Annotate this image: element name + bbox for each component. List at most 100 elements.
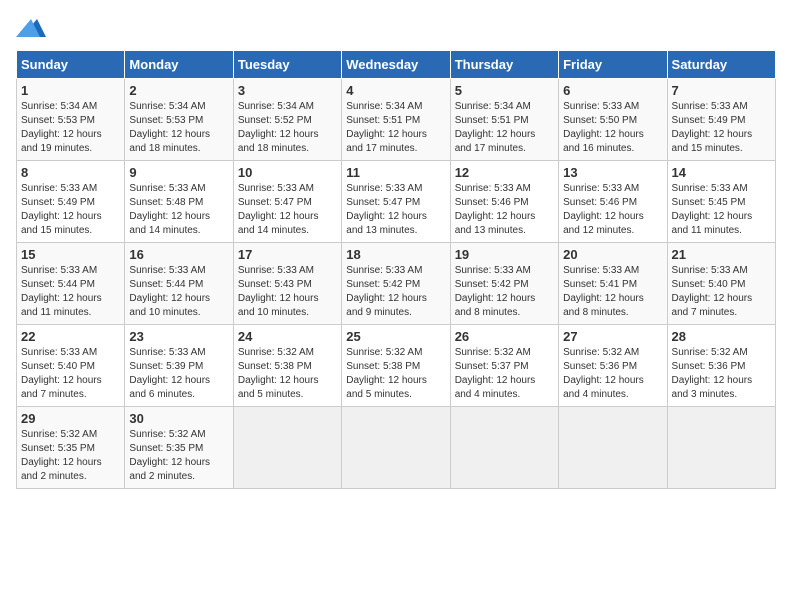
- calendar-cell: 14 Sunrise: 5:33 AMSunset: 5:45 PMDaylig…: [667, 161, 775, 243]
- calendar-cell: 21 Sunrise: 5:33 AMSunset: 5:40 PMDaylig…: [667, 243, 775, 325]
- calendar-cell: 22 Sunrise: 5:33 AMSunset: 5:40 PMDaylig…: [17, 325, 125, 407]
- calendar-cell: [342, 407, 450, 489]
- calendar-cell: 9 Sunrise: 5:33 AMSunset: 5:48 PMDayligh…: [125, 161, 233, 243]
- calendar-cell: 25 Sunrise: 5:32 AMSunset: 5:38 PMDaylig…: [342, 325, 450, 407]
- day-number: 2: [129, 83, 228, 98]
- calendar-cell: 18 Sunrise: 5:33 AMSunset: 5:42 PMDaylig…: [342, 243, 450, 325]
- calendar-cell: 23 Sunrise: 5:33 AMSunset: 5:39 PMDaylig…: [125, 325, 233, 407]
- day-info: Sunrise: 5:33 AMSunset: 5:42 PMDaylight:…: [455, 264, 554, 320]
- day-number: 24: [238, 329, 337, 344]
- day-number: 28: [672, 329, 771, 344]
- calendar-cell: 5 Sunrise: 5:34 AMSunset: 5:51 PMDayligh…: [450, 79, 558, 161]
- day-number: 29: [21, 411, 120, 426]
- calendar-cell: 17 Sunrise: 5:33 AMSunset: 5:43 PMDaylig…: [233, 243, 341, 325]
- day-info: Sunrise: 5:34 AMSunset: 5:51 PMDaylight:…: [455, 100, 554, 156]
- calendar-cell: [450, 407, 558, 489]
- day-info: Sunrise: 5:32 AMSunset: 5:35 PMDaylight:…: [21, 428, 120, 484]
- day-number: 26: [455, 329, 554, 344]
- weekday-header-row: SundayMondayTuesdayWednesdayThursdayFrid…: [17, 51, 776, 79]
- weekday-header-monday: Monday: [125, 51, 233, 79]
- calendar-cell: 2 Sunrise: 5:34 AMSunset: 5:53 PMDayligh…: [125, 79, 233, 161]
- day-info: Sunrise: 5:33 AMSunset: 5:47 PMDaylight:…: [238, 182, 337, 238]
- day-info: Sunrise: 5:33 AMSunset: 5:49 PMDaylight:…: [672, 100, 771, 156]
- calendar-cell: 20 Sunrise: 5:33 AMSunset: 5:41 PMDaylig…: [559, 243, 667, 325]
- calendar-cell: 27 Sunrise: 5:32 AMSunset: 5:36 PMDaylig…: [559, 325, 667, 407]
- day-info: Sunrise: 5:33 AMSunset: 5:42 PMDaylight:…: [346, 264, 445, 320]
- day-number: 9: [129, 165, 228, 180]
- calendar-cell: 19 Sunrise: 5:33 AMSunset: 5:42 PMDaylig…: [450, 243, 558, 325]
- calendar-cell: 28 Sunrise: 5:32 AMSunset: 5:36 PMDaylig…: [667, 325, 775, 407]
- day-number: 5: [455, 83, 554, 98]
- calendar-cell: [667, 407, 775, 489]
- day-info: Sunrise: 5:33 AMSunset: 5:47 PMDaylight:…: [346, 182, 445, 238]
- calendar-cell: 15 Sunrise: 5:33 AMSunset: 5:44 PMDaylig…: [17, 243, 125, 325]
- day-info: Sunrise: 5:33 AMSunset: 5:44 PMDaylight:…: [129, 264, 228, 320]
- calendar-table: SundayMondayTuesdayWednesdayThursdayFrid…: [16, 50, 776, 489]
- day-info: Sunrise: 5:34 AMSunset: 5:52 PMDaylight:…: [238, 100, 337, 156]
- day-number: 21: [672, 247, 771, 262]
- day-info: Sunrise: 5:32 AMSunset: 5:36 PMDaylight:…: [563, 346, 662, 402]
- week-row-3: 15 Sunrise: 5:33 AMSunset: 5:44 PMDaylig…: [17, 243, 776, 325]
- day-number: 15: [21, 247, 120, 262]
- day-number: 17: [238, 247, 337, 262]
- week-row-4: 22 Sunrise: 5:33 AMSunset: 5:40 PMDaylig…: [17, 325, 776, 407]
- weekday-header-tuesday: Tuesday: [233, 51, 341, 79]
- day-number: 20: [563, 247, 662, 262]
- day-number: 30: [129, 411, 228, 426]
- day-info: Sunrise: 5:34 AMSunset: 5:51 PMDaylight:…: [346, 100, 445, 156]
- day-number: 8: [21, 165, 120, 180]
- day-number: 1: [21, 83, 120, 98]
- day-info: Sunrise: 5:34 AMSunset: 5:53 PMDaylight:…: [129, 100, 228, 156]
- day-number: 12: [455, 165, 554, 180]
- day-info: Sunrise: 5:32 AMSunset: 5:35 PMDaylight:…: [129, 428, 228, 484]
- day-info: Sunrise: 5:32 AMSunset: 5:38 PMDaylight:…: [238, 346, 337, 402]
- weekday-header-wednesday: Wednesday: [342, 51, 450, 79]
- day-number: 4: [346, 83, 445, 98]
- weekday-header-saturday: Saturday: [667, 51, 775, 79]
- week-row-1: 1 Sunrise: 5:34 AMSunset: 5:53 PMDayligh…: [17, 79, 776, 161]
- day-info: Sunrise: 5:33 AMSunset: 5:40 PMDaylight:…: [21, 346, 120, 402]
- day-info: Sunrise: 5:33 AMSunset: 5:41 PMDaylight:…: [563, 264, 662, 320]
- calendar-cell: 4 Sunrise: 5:34 AMSunset: 5:51 PMDayligh…: [342, 79, 450, 161]
- day-number: 6: [563, 83, 662, 98]
- day-info: Sunrise: 5:33 AMSunset: 5:43 PMDaylight:…: [238, 264, 337, 320]
- day-number: 22: [21, 329, 120, 344]
- day-number: 27: [563, 329, 662, 344]
- logo-icon: [16, 16, 46, 40]
- day-number: 10: [238, 165, 337, 180]
- day-info: Sunrise: 5:32 AMSunset: 5:36 PMDaylight:…: [672, 346, 771, 402]
- day-number: 16: [129, 247, 228, 262]
- calendar-cell: 29 Sunrise: 5:32 AMSunset: 5:35 PMDaylig…: [17, 407, 125, 489]
- day-number: 11: [346, 165, 445, 180]
- day-number: 13: [563, 165, 662, 180]
- calendar-cell: 7 Sunrise: 5:33 AMSunset: 5:49 PMDayligh…: [667, 79, 775, 161]
- weekday-header-sunday: Sunday: [17, 51, 125, 79]
- header: [16, 16, 776, 40]
- day-info: Sunrise: 5:33 AMSunset: 5:44 PMDaylight:…: [21, 264, 120, 320]
- calendar-cell: [559, 407, 667, 489]
- calendar-cell: 6 Sunrise: 5:33 AMSunset: 5:50 PMDayligh…: [559, 79, 667, 161]
- calendar-cell: 10 Sunrise: 5:33 AMSunset: 5:47 PMDaylig…: [233, 161, 341, 243]
- day-number: 25: [346, 329, 445, 344]
- day-info: Sunrise: 5:33 AMSunset: 5:45 PMDaylight:…: [672, 182, 771, 238]
- calendar-cell: 26 Sunrise: 5:32 AMSunset: 5:37 PMDaylig…: [450, 325, 558, 407]
- day-info: Sunrise: 5:33 AMSunset: 5:39 PMDaylight:…: [129, 346, 228, 402]
- logo: [16, 16, 50, 40]
- day-number: 19: [455, 247, 554, 262]
- week-row-5: 29 Sunrise: 5:32 AMSunset: 5:35 PMDaylig…: [17, 407, 776, 489]
- day-info: Sunrise: 5:33 AMSunset: 5:49 PMDaylight:…: [21, 182, 120, 238]
- day-info: Sunrise: 5:33 AMSunset: 5:50 PMDaylight:…: [563, 100, 662, 156]
- day-number: 23: [129, 329, 228, 344]
- calendar-cell: 11 Sunrise: 5:33 AMSunset: 5:47 PMDaylig…: [342, 161, 450, 243]
- day-number: 18: [346, 247, 445, 262]
- calendar-cell: 3 Sunrise: 5:34 AMSunset: 5:52 PMDayligh…: [233, 79, 341, 161]
- day-info: Sunrise: 5:34 AMSunset: 5:53 PMDaylight:…: [21, 100, 120, 156]
- calendar-cell: 8 Sunrise: 5:33 AMSunset: 5:49 PMDayligh…: [17, 161, 125, 243]
- day-number: 3: [238, 83, 337, 98]
- calendar-cell: 24 Sunrise: 5:32 AMSunset: 5:38 PMDaylig…: [233, 325, 341, 407]
- calendar-cell: 16 Sunrise: 5:33 AMSunset: 5:44 PMDaylig…: [125, 243, 233, 325]
- weekday-header-thursday: Thursday: [450, 51, 558, 79]
- day-number: 14: [672, 165, 771, 180]
- day-info: Sunrise: 5:33 AMSunset: 5:48 PMDaylight:…: [129, 182, 228, 238]
- calendar-cell: 1 Sunrise: 5:34 AMSunset: 5:53 PMDayligh…: [17, 79, 125, 161]
